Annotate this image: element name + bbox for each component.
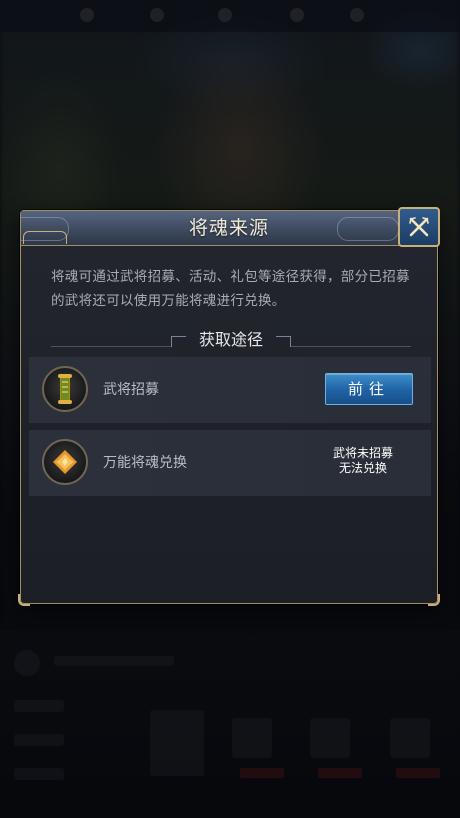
corner-ornament — [18, 594, 30, 606]
universal-soul-icon — [42, 439, 88, 485]
go-button[interactable]: 前往 — [325, 373, 413, 405]
source-label: 武将招募 — [103, 382, 159, 398]
dialog-title: 将魂来源 — [188, 217, 269, 239]
section-header: 获取途径 — [51, 328, 411, 352]
dialog-description: 将魂可通过武将招募、活动、礼包等途径获得，部分已招募的武将还可以使用万能将魂进行… — [51, 269, 410, 309]
game-screen: 将魂来源 将魂可通过武将招募、活动、礼包等途径获得，部分已招募的武将还可以使用万… — [0, 0, 460, 818]
status-line: 无法兑换 — [338, 461, 387, 475]
source-row-recruit: 武将招募 前往 — [29, 357, 431, 423]
source-row-exchange: 万能将魂兑换 武将未招募 无法兑换 — [29, 430, 431, 496]
section-title: 获取途径 — [198, 330, 263, 349]
scroll-icon — [42, 366, 88, 412]
source-label: 万能将魂兑换 — [103, 455, 187, 471]
exchange-status: 武将未招募 无法兑换 — [323, 446, 403, 476]
status-line: 武将未招募 — [332, 446, 393, 460]
close-button[interactable] — [398, 207, 440, 247]
corner-ornament — [428, 594, 440, 606]
soul-source-dialog: 将魂来源 将魂可通过武将招募、活动、礼包等途径获得，部分已招募的武将还可以使用万… — [18, 207, 440, 606]
close-icon — [409, 217, 429, 237]
dialog-title-bar: 将魂来源 — [21, 211, 437, 246]
